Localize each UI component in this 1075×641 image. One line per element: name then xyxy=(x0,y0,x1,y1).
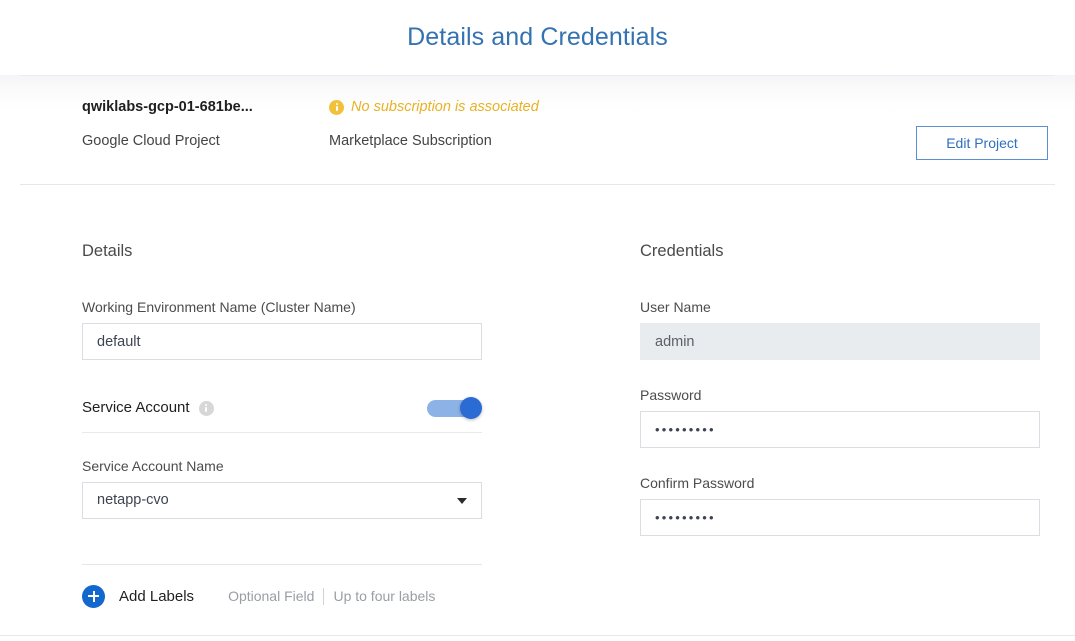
working-environment-input[interactable] xyxy=(82,323,482,360)
user-name-label: User Name xyxy=(640,299,711,315)
page-title: Details and Credentials xyxy=(407,23,668,51)
service-account-name-select[interactable]: netapp-cvo xyxy=(82,482,482,519)
password-field: Password xyxy=(640,386,1040,448)
password-label: Password xyxy=(640,387,702,403)
credentials-column: Credentials User Name Password Confirm P… xyxy=(640,241,1040,562)
form-area: Details Working Environment Name (Cluste… xyxy=(0,241,1075,641)
plus-circle-icon[interactable] xyxy=(82,584,105,608)
labels-hint-optional: Optional Field xyxy=(228,588,315,604)
subscription-warning-text: No subscription is associated xyxy=(351,99,539,115)
user-name-field: User Name xyxy=(640,298,1040,360)
service-account-name-field: Service Account Name netapp-cvo xyxy=(82,457,482,519)
credentials-section-title: Credentials xyxy=(640,242,724,260)
subscription-caption: Marketplace Subscription xyxy=(329,133,492,149)
confirm-password-label: Confirm Password xyxy=(640,475,755,491)
user-name-input xyxy=(640,323,1040,360)
project-name: qwiklabs-gcp-01-681be... xyxy=(82,99,253,115)
subscription-warning: No subscription is associated xyxy=(329,97,539,117)
info-icon xyxy=(329,99,344,115)
confirm-password-input[interactable] xyxy=(640,499,1040,536)
service-account-row: Service Account xyxy=(82,386,482,430)
project-info-group: qwiklabs-gcp-01-681be... Google Cloud Pr… xyxy=(82,97,253,151)
labels-hint-max: Up to four labels xyxy=(333,588,436,604)
labels-divider xyxy=(82,564,482,565)
add-labels-row: Add Labels Optional Field Up to four lab… xyxy=(82,583,482,609)
project-summary-band: qwiklabs-gcp-01-681be... Google Cloud Pr… xyxy=(0,75,1075,185)
service-account-label-group: Service Account xyxy=(82,398,214,418)
hint-separator xyxy=(323,587,325,605)
service-account-label: Service Account xyxy=(82,399,190,416)
service-account-toggle[interactable] xyxy=(427,397,482,419)
service-account-name-label: Service Account Name xyxy=(82,458,224,474)
service-account-divider xyxy=(82,432,482,433)
subscription-info-group: No subscription is associated Marketplac… xyxy=(329,97,539,151)
project-caption: Google Cloud Project xyxy=(82,133,220,149)
details-section-title: Details xyxy=(82,242,133,260)
details-column: Details Working Environment Name (Cluste… xyxy=(82,241,482,609)
confirm-password-field: Confirm Password xyxy=(640,474,1040,536)
labels-hint-group: Optional Field Up to four labels xyxy=(228,587,436,605)
info-icon[interactable] xyxy=(198,400,214,416)
band-top-divider xyxy=(20,75,1055,76)
add-labels-button[interactable]: Add Labels xyxy=(119,588,194,605)
working-environment-label: Working Environment Name (Cluster Name) xyxy=(82,299,356,315)
password-input[interactable] xyxy=(640,411,1040,448)
toggle-knob xyxy=(460,397,482,419)
edit-project-button[interactable]: Edit Project xyxy=(916,126,1048,160)
working-environment-field: Working Environment Name (Cluster Name) xyxy=(82,298,482,360)
